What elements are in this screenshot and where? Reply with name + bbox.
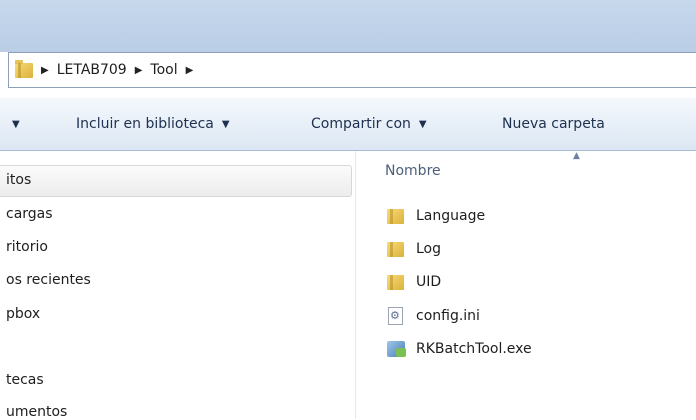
- file-list-pane: ▲ Nombre Language Log UID config.ini RKB…: [356, 151, 696, 419]
- breadcrumb-tool[interactable]: Tool: [150, 62, 177, 78]
- nav-item-libraries[interactable]: tecas: [6, 372, 44, 388]
- sort-ascending-icon: ▲: [573, 151, 580, 161]
- new-folder-button[interactable]: Nueva carpeta: [502, 98, 605, 150]
- organize-dropdown-button[interactable]: ▼: [12, 98, 20, 150]
- file-row-language[interactable]: Language: [386, 204, 485, 228]
- nav-item-documents[interactable]: umentos: [6, 404, 67, 420]
- chevron-down-icon: ▼: [418, 118, 427, 130]
- navigation-pane: itos cargas ritorio os recientes pbox te…: [0, 151, 356, 420]
- window-title-bar: [0, 0, 696, 52]
- nav-item-recent-places[interactable]: os recientes: [6, 272, 91, 288]
- file-name: Language: [416, 208, 486, 224]
- include-in-library-button[interactable]: Incluir en biblioteca ▼: [76, 98, 230, 150]
- file-name: config.ini: [416, 308, 480, 324]
- nav-item-dropbox[interactable]: pbox: [6, 306, 40, 322]
- address-bar[interactable]: ▶ LETAB709 ▶ Tool ▶: [8, 52, 696, 88]
- share-with-label: Compartir con: [311, 116, 411, 132]
- nav-item-downloads[interactable]: cargas: [6, 206, 53, 222]
- settings-file-icon: [386, 306, 406, 326]
- application-icon: [386, 339, 406, 359]
- file-row-rkbatchtool-exe[interactable]: RKBatchTool.exe: [386, 337, 532, 361]
- breadcrumb-separator-icon[interactable]: ▶: [186, 65, 194, 76]
- breadcrumb-separator-icon[interactable]: ▶: [135, 65, 143, 76]
- file-row-uid[interactable]: UID: [386, 270, 441, 294]
- share-with-button[interactable]: Compartir con ▼: [311, 98, 427, 150]
- command-toolbar: ▼ Incluir en biblioteca ▼ Compartir con …: [0, 98, 696, 151]
- include-in-library-label: Incluir en biblioteca: [76, 116, 214, 132]
- folder-icon: [386, 239, 406, 259]
- file-name: Log: [416, 241, 442, 257]
- nav-item-favorites[interactable]: itos: [6, 172, 31, 188]
- nav-item-desktop[interactable]: ritorio: [6, 239, 48, 255]
- chevron-down-icon: ▼: [221, 118, 230, 130]
- nav-selection-highlight: [0, 165, 352, 197]
- file-row-log[interactable]: Log: [386, 237, 441, 261]
- file-row-config-ini[interactable]: config.ini: [386, 304, 480, 328]
- chevron-down-icon: ▼: [12, 118, 20, 130]
- folder-icon: [15, 60, 33, 79]
- file-name: RKBatchTool.exe: [416, 341, 532, 357]
- breadcrumb-letab709[interactable]: LETAB709: [57, 62, 127, 78]
- folder-icon: [386, 272, 406, 292]
- breadcrumb-separator-icon[interactable]: ▶: [41, 65, 49, 76]
- folder-icon: [386, 206, 406, 226]
- new-folder-label: Nueva carpeta: [502, 116, 605, 132]
- column-header-name[interactable]: Nombre: [385, 163, 441, 179]
- file-name: UID: [416, 274, 442, 290]
